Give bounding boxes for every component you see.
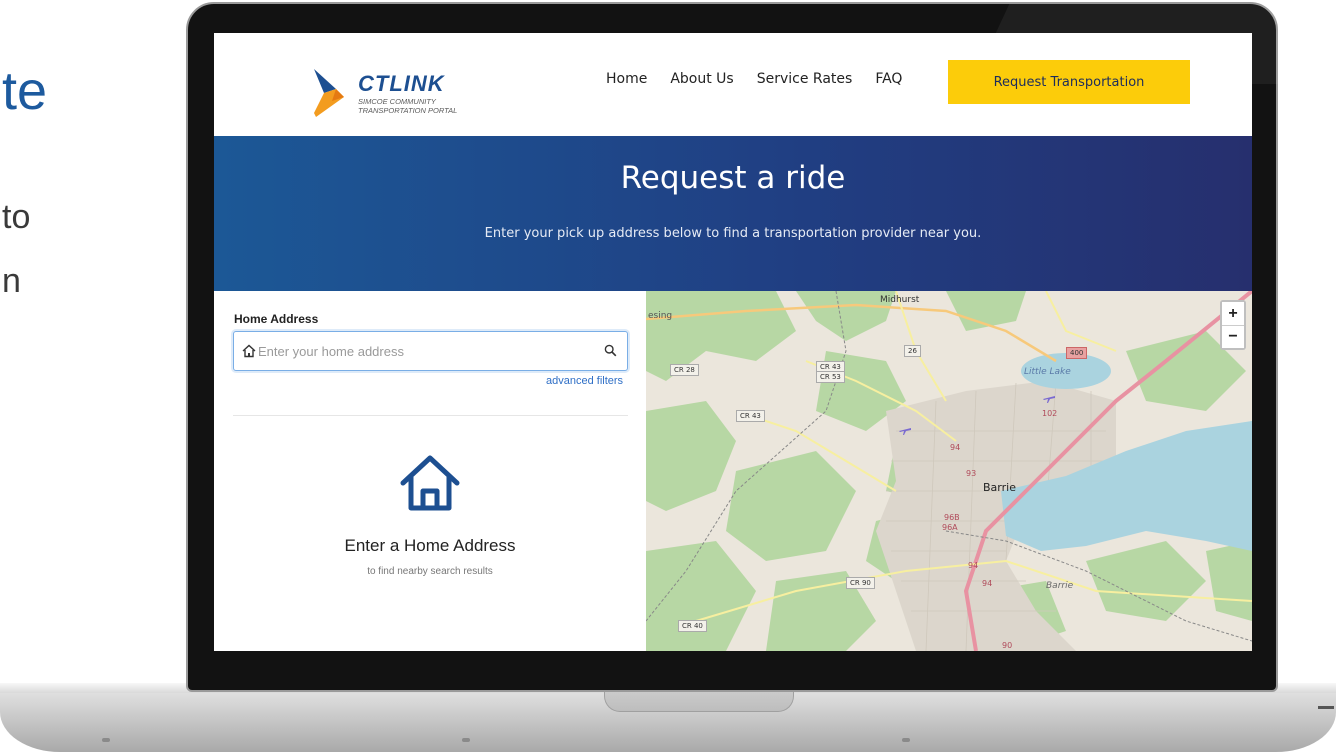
page-title: Request a ride — [620, 160, 846, 196]
logo-subtitle-line-2: TRANSPORTATION PORTAL — [358, 105, 458, 115]
road-label-93: 93 — [966, 469, 977, 478]
map-label-midhurst: Midhurst — [880, 295, 920, 305]
slide-title-fragment: te — [2, 61, 48, 121]
nav-service-rates[interactable]: Service Rates — [757, 71, 853, 87]
nav-home[interactable]: Home — [606, 71, 647, 87]
empty-state-title: Enter a Home Address — [344, 536, 516, 555]
road-shield-cr28: CR 28 — [670, 364, 699, 376]
road-shield-cr53: CR 53 — [816, 371, 845, 383]
zoom-out-button[interactable]: − — [1222, 325, 1244, 348]
main-nav: Home About Us Service Rates FAQ — [606, 71, 902, 87]
home-address-search-box[interactable] — [233, 331, 628, 371]
road-shield-400: 400 — [1066, 347, 1088, 359]
logo-wordmark: CTLINK — [358, 71, 445, 96]
laptop-foot-right — [902, 738, 910, 742]
map-label-barrie-small: Barrie — [1046, 581, 1074, 591]
road-shield-cr43b: CR 43 — [736, 410, 765, 422]
map-label-barrie: Barrie — [983, 481, 1016, 494]
logo-subtitle: SIMCOE COMMUNITY TRANSPORTATION PORTAL — [358, 97, 498, 115]
map-zoom-control: + − — [1220, 300, 1246, 350]
road-label-96b: 96B — [944, 513, 960, 522]
map-label-esing: esing — [648, 311, 673, 321]
search-panel: Home Address advanced filters — [214, 291, 646, 651]
road-label-94c: 94 — [982, 579, 993, 588]
home-address-input[interactable] — [258, 332, 598, 370]
road-label-90: 90 — [1002, 641, 1013, 650]
map-label-little-lake: Little Lake — [1024, 367, 1071, 377]
slide-text-fragment-2: n — [2, 262, 21, 300]
nav-faq[interactable]: FAQ — [875, 71, 902, 87]
nav-about-us[interactable]: About Us — [670, 71, 733, 87]
road-shield-cr40: CR 40 — [678, 620, 707, 632]
ctlink-chevron-icon — [314, 69, 344, 117]
ctlink-logo[interactable]: CTLINK SIMCOE COMMUNITY TRANSPORTATION P… — [310, 67, 486, 119]
road-label-94b: 94 — [968, 561, 979, 570]
map[interactable]: Midhurst esing Barrie Barrie Little Lake… — [646, 291, 1252, 651]
empty-state-subtitle: to find nearby search results — [367, 566, 493, 577]
laptop-foot-left — [102, 738, 110, 742]
panel-divider — [233, 415, 628, 416]
browser-screen: CTLINK SIMCOE COMMUNITY TRANSPORTATION P… — [214, 33, 1252, 651]
airport-icon — [899, 428, 911, 435]
home-address-label: Home Address — [234, 312, 319, 326]
road-shield-cr90: CR 90 — [846, 577, 875, 589]
zoom-in-button[interactable]: + — [1222, 302, 1244, 325]
road-label-96a: 96A — [942, 523, 958, 532]
advanced-filters-link[interactable]: advanced filters — [546, 375, 623, 387]
request-transportation-button[interactable]: Request Transportation — [948, 60, 1190, 104]
laptop-foot-mid — [462, 738, 470, 742]
home-large-icon — [400, 455, 460, 511]
laptop-side-port — [1318, 706, 1334, 709]
stage: te to n CTLINK SIMCOE COMMUNITY TRANSPOR… — [0, 0, 1336, 752]
road-label-102: 102 — [1042, 409, 1058, 418]
page-subtitle: Enter your pick up address below to find… — [484, 226, 982, 241]
road-label-94a: 94 — [950, 443, 961, 452]
road-shield-26: 26 — [904, 345, 921, 357]
slide-text-fragment-1: to — [2, 198, 31, 236]
search-icon[interactable] — [604, 344, 617, 357]
airport-icon-2 — [1043, 396, 1055, 403]
home-icon — [242, 344, 256, 358]
site-header: CTLINK SIMCOE COMMUNITY TRANSPORTATION P… — [214, 33, 1252, 136]
map-tiles[interactable] — [646, 291, 1252, 651]
hero-banner: Request a ride Enter your pick up addres… — [214, 136, 1252, 291]
